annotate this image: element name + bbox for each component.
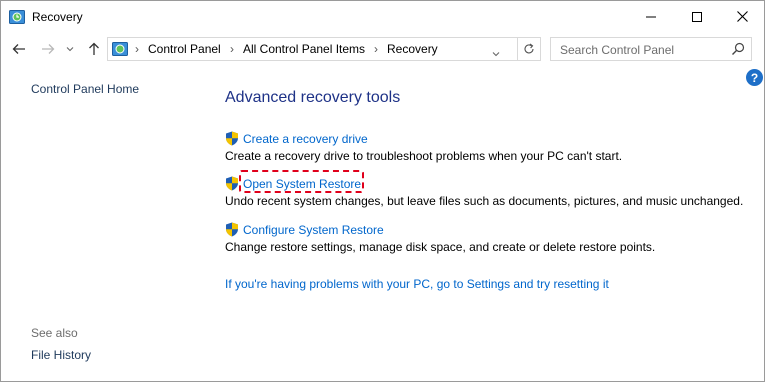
see-also-label: See also bbox=[31, 326, 78, 340]
uac-shield-icon bbox=[225, 222, 239, 237]
forward-button[interactable] bbox=[38, 38, 58, 60]
help-button[interactable]: ? bbox=[746, 69, 763, 86]
up-button[interactable] bbox=[84, 38, 104, 60]
window-title: Recovery bbox=[32, 10, 83, 24]
refresh-icon bbox=[524, 43, 534, 54]
title-bar: Recovery bbox=[1, 1, 764, 32]
navigation-bar: › Control Panel › All Control Panel Item… bbox=[1, 35, 764, 63]
search-icon[interactable] bbox=[731, 42, 745, 56]
file-history-link[interactable]: File History bbox=[31, 348, 91, 362]
forward-arrow-icon bbox=[42, 44, 55, 54]
close-icon bbox=[736, 11, 748, 22]
control-panel-home-link[interactable]: Control Panel Home bbox=[31, 82, 139, 96]
page-title: Advanced recovery tools bbox=[225, 89, 401, 106]
create-recovery-drive-link[interactable]: Create a recovery drive bbox=[243, 132, 368, 146]
address-bar[interactable]: › Control Panel › All Control Panel Item… bbox=[107, 37, 518, 61]
address-dropdown[interactable] bbox=[492, 46, 500, 60]
maximize-icon bbox=[692, 11, 702, 22]
breadcrumb-recovery[interactable]: Recovery bbox=[387, 42, 438, 56]
recovery-window: Recovery › Control Panel › All Control P… bbox=[0, 0, 765, 382]
back-arrow-icon bbox=[12, 44, 25, 54]
search-box[interactable]: Search Control Panel bbox=[550, 37, 752, 61]
breadcrumb-separator-icon: › bbox=[230, 42, 234, 56]
control-panel-icon bbox=[112, 41, 128, 57]
close-button[interactable] bbox=[719, 1, 765, 32]
search-placeholder: Search Control Panel bbox=[560, 43, 675, 57]
breadcrumb-control-panel[interactable]: Control Panel bbox=[148, 42, 221, 56]
breadcrumb-separator-icon: › bbox=[374, 42, 378, 56]
minimize-icon bbox=[646, 16, 656, 17]
configure-system-restore-description: Change restore settings, manage disk spa… bbox=[225, 240, 656, 254]
breadcrumb-separator-icon: › bbox=[135, 42, 139, 56]
configure-system-restore-link[interactable]: Configure System Restore bbox=[243, 223, 384, 237]
maximize-button[interactable] bbox=[674, 1, 720, 32]
highlight-annotation-box bbox=[239, 170, 364, 193]
breadcrumb-all-items[interactable]: All Control Panel Items bbox=[243, 42, 365, 56]
refresh-button[interactable] bbox=[518, 37, 541, 61]
minimize-button[interactable] bbox=[628, 1, 674, 32]
create-recovery-drive-description: Create a recovery drive to troubleshoot … bbox=[225, 149, 623, 163]
back-button[interactable] bbox=[9, 38, 29, 60]
up-arrow-icon bbox=[89, 42, 99, 55]
recovery-app-icon bbox=[9, 9, 25, 25]
chevron-down-icon bbox=[492, 52, 500, 57]
reset-pc-link[interactable]: If you're having problems with your PC, … bbox=[225, 277, 609, 291]
chevron-down-icon bbox=[66, 47, 74, 52]
uac-shield-icon bbox=[225, 176, 239, 191]
uac-shield-icon bbox=[225, 131, 239, 146]
open-system-restore-description: Undo recent system changes, but leave fi… bbox=[225, 194, 744, 208]
recent-locations-button[interactable] bbox=[63, 38, 77, 60]
